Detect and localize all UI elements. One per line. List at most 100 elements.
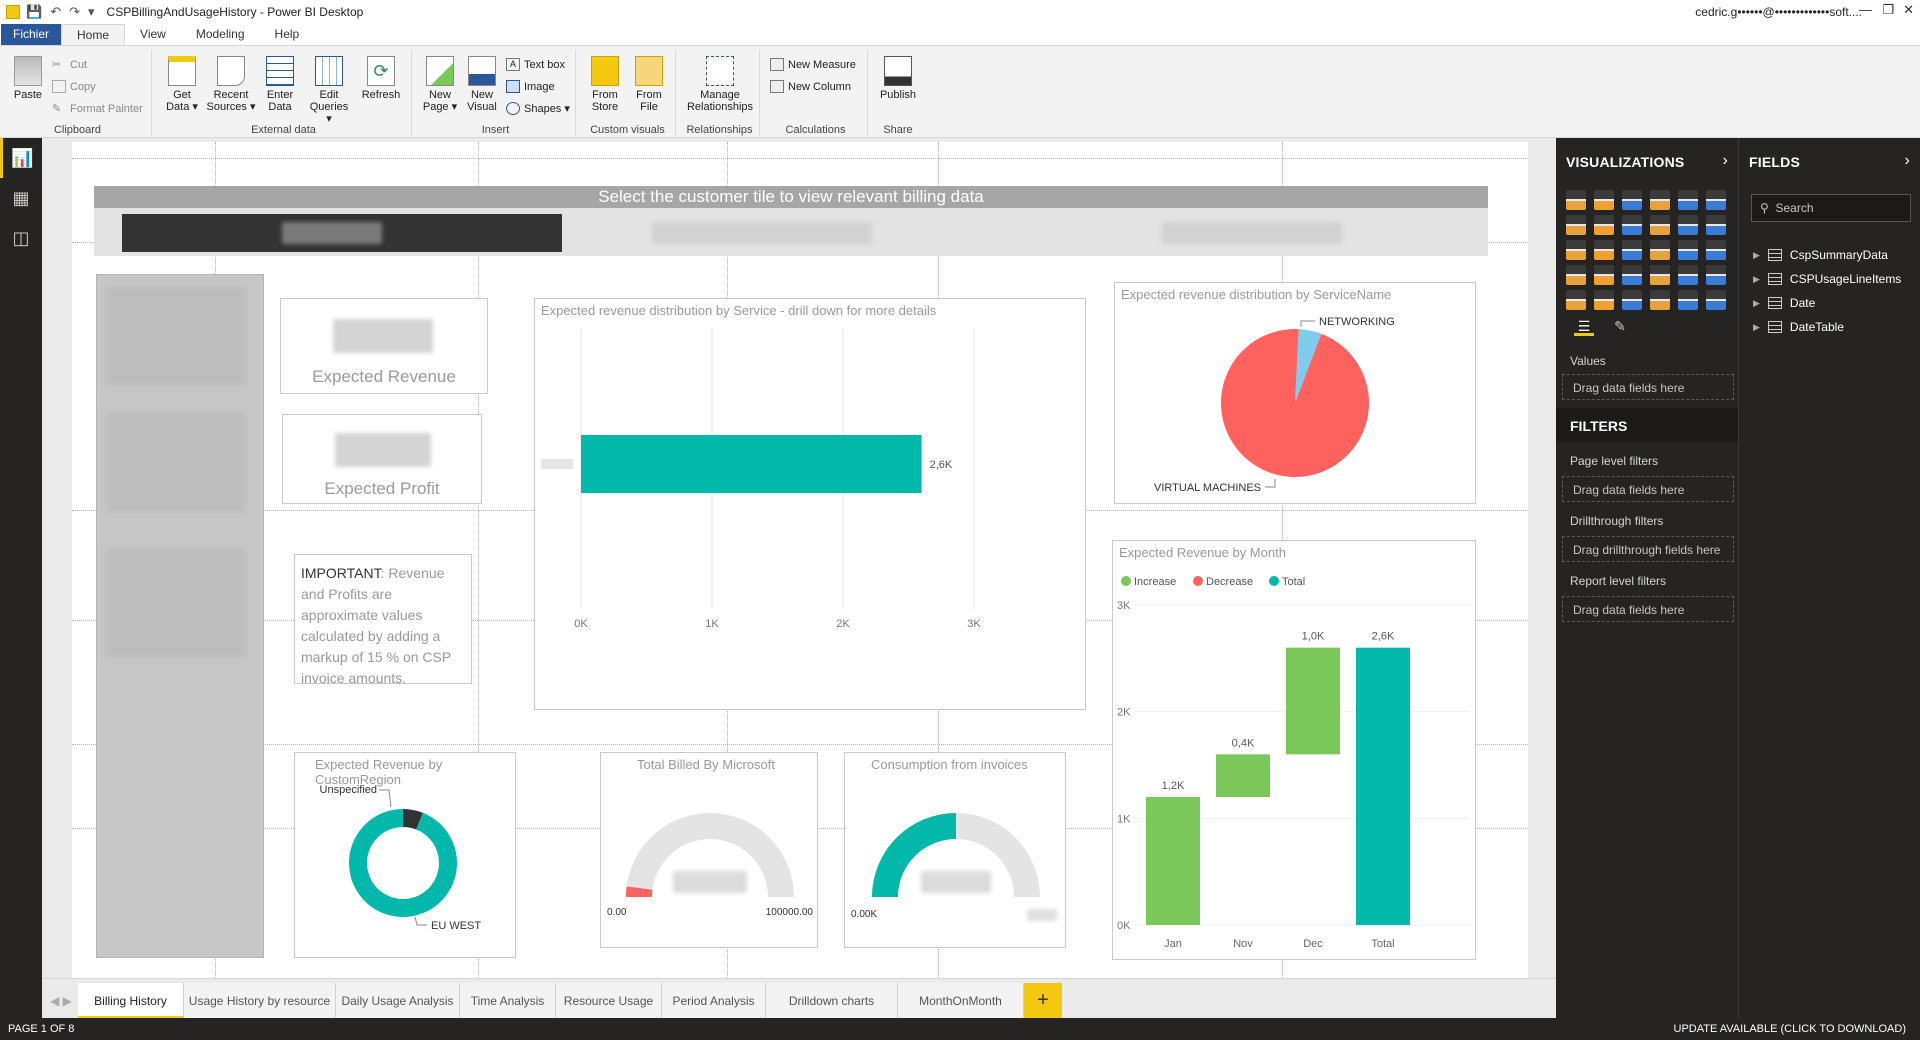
visual-type-icon[interactable] <box>1566 290 1586 310</box>
report-view-icon[interactable]: 📊 <box>0 138 42 178</box>
visual-type-icon[interactable] <box>1594 290 1614 310</box>
important-note[interactable]: IMPORTANT: Revenue and Profits are appro… <box>294 554 472 686</box>
visual-type-icon[interactable] <box>1622 190 1642 210</box>
visual-type-icon[interactable] <box>1622 290 1642 310</box>
close-icon[interactable]: ✕ <box>1903 2 1914 18</box>
visual-type-icon[interactable] <box>1566 240 1586 260</box>
slicer-item[interactable] <box>106 548 246 658</box>
customer-tile-3[interactable] <box>1162 222 1342 244</box>
page-tab[interactable]: Time Analysis <box>460 983 556 1019</box>
text-box-button[interactable]: A Text box <box>506 58 565 71</box>
page-tab[interactable]: Usage History by resource <box>184 983 336 1019</box>
tab-modeling[interactable]: Modeling <box>181 24 260 45</box>
visual-type-icon[interactable] <box>1566 265 1586 285</box>
tab-help[interactable]: Help <box>260 24 315 45</box>
scroll-tabs-icon[interactable]: ◀ ▶ <box>46 983 76 1019</box>
visual-type-icon[interactable] <box>1622 215 1642 235</box>
field-table-item[interactable]: ▶ CspSummaryData <box>1753 248 1888 262</box>
slicer-item[interactable] <box>106 412 246 512</box>
field-table-item[interactable]: ▶ CSPUsageLineItems <box>1753 272 1901 286</box>
refresh-button[interactable]: ⟳ Refresh <box>358 56 404 101</box>
collapse-chevron-icon[interactable]: › <box>1904 152 1910 170</box>
visual-type-icon[interactable] <box>1650 240 1670 260</box>
collapse-chevron-icon[interactable]: › <box>1722 152 1728 170</box>
from-store-button[interactable]: From Store <box>584 56 626 113</box>
fields-search-input[interactable]: ⚲ Search <box>1751 194 1911 222</box>
visual-type-icon[interactable] <box>1622 265 1642 285</box>
format-tab-icon[interactable]: ✎ <box>1610 318 1630 336</box>
visual-type-icon[interactable] <box>1566 215 1586 235</box>
copy-button[interactable]: Copy <box>52 80 96 93</box>
visual-type-icon[interactable] <box>1594 265 1614 285</box>
visual-type-icon[interactable] <box>1706 190 1726 210</box>
kpi-card-profit[interactable]: Expected Profit <box>282 414 482 504</box>
new-column-button[interactable]: New Column <box>770 80 851 93</box>
restore-icon[interactable]: ❐ <box>1882 2 1894 18</box>
visual-type-icon[interactable] <box>1678 215 1698 235</box>
fields-tab-icon[interactable]: ☰ <box>1574 318 1594 336</box>
new-visual-button[interactable]: New Visual <box>462 56 502 113</box>
page-tab[interactable]: Period Analysis <box>662 983 766 1019</box>
page-filters-drop-well[interactable]: Drag data fields here <box>1562 476 1734 502</box>
visual-type-icon[interactable] <box>1650 190 1670 210</box>
data-view-icon[interactable]: ▦ <box>0 178 42 218</box>
page-tab[interactable]: Billing History <box>78 983 184 1019</box>
undo-icon[interactable]: ↶ <box>50 4 61 20</box>
page-tab[interactable]: Resource Usage <box>556 983 662 1019</box>
manage-relationships-button[interactable]: Manage Relationships <box>684 56 756 113</box>
visual-type-icon[interactable] <box>1706 215 1726 235</box>
visual-type-icon[interactable] <box>1706 240 1726 260</box>
field-table-item[interactable]: ▶ Date <box>1753 296 1815 310</box>
pie-chart-servicename[interactable]: Expected revenue distribution by Service… <box>1114 282 1476 504</box>
page-tab[interactable]: Drilldown charts <box>766 983 898 1019</box>
enter-data-button[interactable]: Enter Data <box>260 56 300 113</box>
from-file-button[interactable]: From File <box>628 56 670 113</box>
visual-type-icon[interactable] <box>1706 290 1726 310</box>
paste-button[interactable]: Paste <box>8 56 48 101</box>
visual-type-icon[interactable] <box>1678 265 1698 285</box>
update-available-link[interactable]: UPDATE AVAILABLE (CLICK TO DOWNLOAD) <box>1674 1018 1906 1040</box>
tab-home[interactable]: Home <box>61 24 126 45</box>
field-table-item[interactable]: ▶ DateTable <box>1753 320 1844 334</box>
visual-type-icon[interactable] <box>1622 240 1642 260</box>
visual-type-icon[interactable] <box>1650 215 1670 235</box>
visual-type-icon[interactable] <box>1594 190 1614 210</box>
add-page-button[interactable]: + <box>1024 983 1062 1019</box>
visual-type-icon[interactable] <box>1566 190 1586 210</box>
recent-sources-button[interactable]: Recent Sources ▾ <box>206 56 256 113</box>
waterfall-chart-month[interactable]: Expected Revenue by Month Increase Decrea… <box>1112 540 1476 960</box>
donut-chart-region[interactable]: Expected Revenue by CustomRegion Unspeci… <box>294 752 516 958</box>
new-page-button[interactable]: New Page ▾ <box>420 56 460 113</box>
redo-icon[interactable]: ↷ <box>69 4 80 20</box>
tab-view[interactable]: View <box>125 24 181 45</box>
visual-type-icon[interactable] <box>1678 190 1698 210</box>
new-measure-button[interactable]: New Measure <box>770 58 856 71</box>
page-tab[interactable]: MonthOnMonth <box>898 983 1024 1019</box>
save-icon[interactable]: 💾 <box>26 4 42 20</box>
format-painter-button[interactable]: ✎ Format Painter <box>52 102 143 116</box>
tab-file[interactable]: Fichier <box>1 24 62 45</box>
shapes-button[interactable]: Shapes ▾ <box>506 102 570 115</box>
gauge-consumption[interactable]: Consumption from invoices 0.00K <box>844 752 1066 948</box>
visual-type-icon[interactable] <box>1650 290 1670 310</box>
report-filters-drop-well[interactable]: Drag data fields here <box>1562 596 1734 622</box>
gauge-total-billed[interactable]: Total Billed By Microsoft 0.00 100000.00 <box>600 752 818 948</box>
values-drop-well[interactable]: Drag data fields here <box>1562 374 1734 400</box>
slicer-item[interactable] <box>106 286 246 386</box>
quick-access-dropdown-icon[interactable]: ▾ <box>88 4 95 20</box>
visual-type-icon[interactable] <box>1678 290 1698 310</box>
publish-button[interactable]: Publish <box>876 56 920 101</box>
visual-type-icon[interactable] <box>1594 240 1614 260</box>
bar-chart-service[interactable]: Expected revenue distribution by Service… <box>534 298 1086 710</box>
image-button[interactable]: Image <box>506 80 555 93</box>
kpi-card-revenue[interactable]: Expected Revenue <box>280 298 488 394</box>
page-tab[interactable]: Daily Usage Analysis <box>336 983 460 1019</box>
get-data-button[interactable]: Get Data ▾ <box>162 56 202 113</box>
visual-type-icon[interactable] <box>1678 240 1698 260</box>
drillthrough-drop-well[interactable]: Drag drillthrough fields here <box>1562 536 1734 562</box>
visual-type-icon[interactable] <box>1594 215 1614 235</box>
cut-button[interactable]: ✂ Cut <box>52 58 87 72</box>
minimize-icon[interactable]: — <box>1859 2 1872 17</box>
customer-tile-2[interactable] <box>652 222 872 244</box>
visual-type-icon[interactable] <box>1650 265 1670 285</box>
